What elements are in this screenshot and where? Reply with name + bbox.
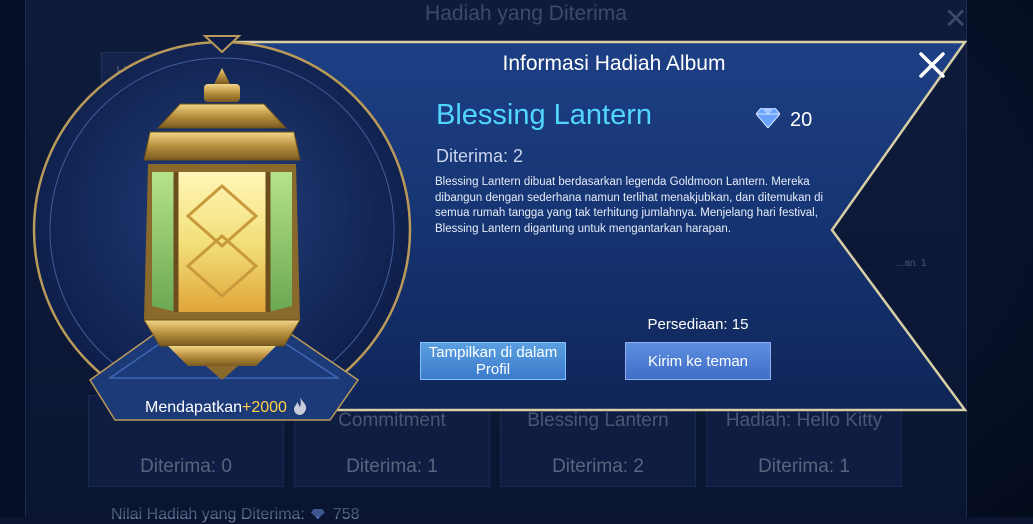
diamond-icon — [755, 107, 781, 133]
show-in-profile-button[interactable]: Tampilkan di dalam Profil — [420, 342, 566, 380]
popularity-reward: Mendapatkan +2000 — [95, 388, 357, 428]
price-value: 20 — [790, 108, 813, 131]
dialog-frame — [32, 35, 968, 421]
send-to-friend-button[interactable]: Kirim ke teman — [625, 342, 771, 380]
reward-label: Mendapatkan — [145, 399, 243, 416]
dialog-title: Informasi Hadiah Album — [502, 52, 726, 75]
close-icon[interactable] — [913, 46, 951, 84]
stock-count: Persediaan: 15 — [647, 316, 749, 333]
item-price: 20 — [755, 107, 813, 133]
reward-amount: +2000 — [242, 399, 287, 416]
flame-icon — [293, 396, 307, 420]
gift-info-dialog: Informasi Hadiah Album Blessing Lantern … — [0, 0, 1033, 517]
item-description: Blessing Lantern dibuat berdasarkan lege… — [435, 176, 824, 235]
item-name: Blessing Lantern — [436, 99, 653, 131]
received-count: Diterima: 2 — [436, 146, 524, 166]
